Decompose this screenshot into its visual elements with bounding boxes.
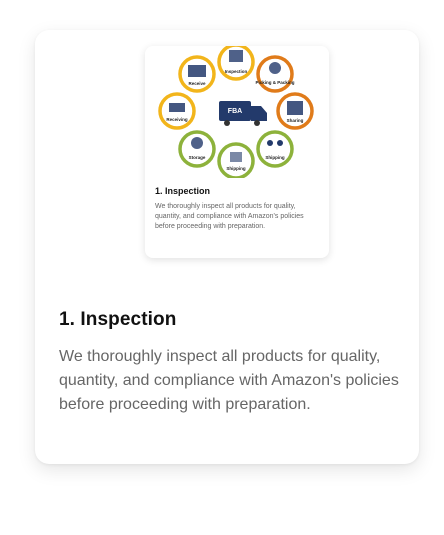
svg-text:Shipping: Shipping — [226, 166, 245, 171]
diagram-node-sharing: Sharing — [276, 92, 314, 130]
diagram-center-label: FBA — [228, 108, 242, 115]
svg-text:Picking & Packing: Picking & Packing — [255, 80, 294, 85]
thumbnail-body: 1. Inspection We thoroughly inspect all … — [155, 186, 319, 232]
thumbnail-text: We thoroughly inspect all products for q… — [155, 203, 304, 230]
svg-text:Receiving: Receiving — [166, 117, 188, 122]
card-title: 1. Inspection — [59, 309, 177, 330]
service-card: FBA Receive Inspection Picking & Packing — [35, 30, 419, 464]
thumbnail-card: FBA Receive Inspection Picking & Packing — [145, 46, 329, 258]
svg-text:Sharing: Sharing — [287, 118, 304, 123]
svg-text:Inspection: Inspection — [225, 69, 248, 74]
diagram-node-shipping-right: Shipping — [256, 130, 294, 168]
svg-text:Storage: Storage — [189, 155, 206, 160]
diagram-node-picking: Picking & Packing — [255, 55, 295, 93]
fba-process-diagram: FBA Receive Inspection Picking & Packing — [158, 46, 314, 178]
diagram-node-receive: Receive — [178, 55, 216, 93]
card-description: We thoroughly inspect all products for q… — [59, 348, 399, 413]
diagram-node-inspection: Inspection — [217, 46, 255, 81]
thumbnail-title: 1. Inspection — [155, 186, 211, 196]
svg-text:Receive: Receive — [188, 81, 206, 86]
diagram-node-shipping-bottom: Shipping — [217, 142, 255, 178]
truck-icon: FBA — [219, 101, 267, 126]
svg-text:Shipping: Shipping — [265, 155, 284, 160]
diagram-node-storage: Storage — [178, 130, 216, 168]
diagram-node-receiving: Receiving — [158, 92, 196, 130]
